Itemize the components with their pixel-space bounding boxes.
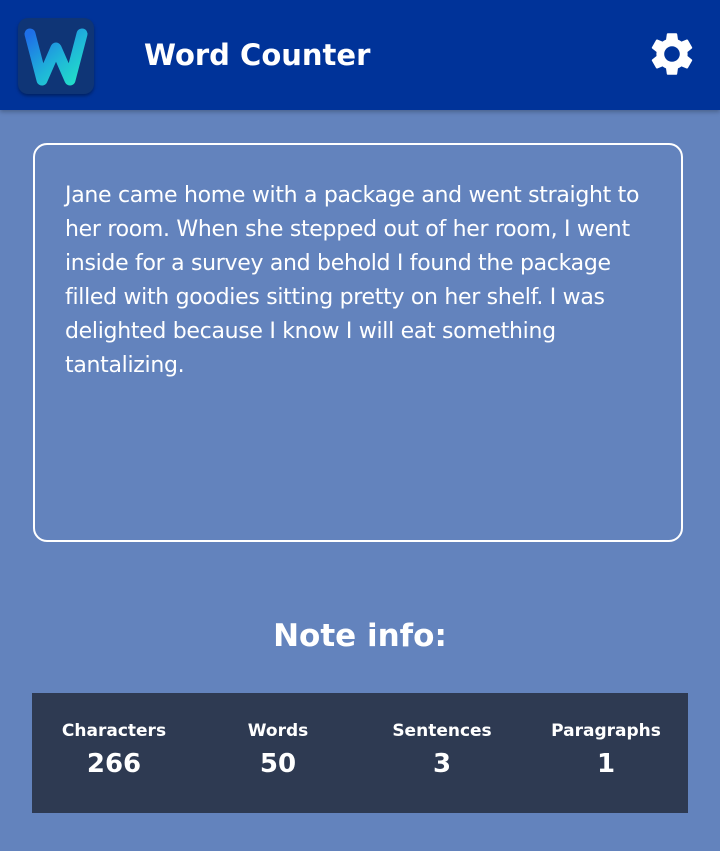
stat-label: Sentences bbox=[392, 721, 492, 741]
stat-value: 266 bbox=[86, 749, 142, 779]
stat-label: Characters bbox=[61, 721, 167, 741]
stat-label: Words bbox=[247, 721, 309, 741]
stat-value: 1 bbox=[596, 749, 616, 779]
app-title: Word Counter bbox=[144, 38, 371, 72]
gear-icon bbox=[651, 33, 693, 75]
stat-value: 3 bbox=[432, 749, 452, 779]
note-info-heading: Note info: bbox=[273, 618, 447, 654]
stat-characters: Characters 266 bbox=[32, 693, 196, 813]
stat-sentences: Sentences 3 bbox=[360, 693, 524, 813]
settings-button[interactable] bbox=[646, 28, 698, 80]
w-logo-icon bbox=[18, 18, 94, 94]
stat-words: Words 50 bbox=[196, 693, 360, 813]
stats-panel: Characters 266 Words 50 Sentences 3 Para… bbox=[32, 693, 688, 813]
app-bar: Word Counter bbox=[0, 0, 720, 110]
stat-label: Paragraphs bbox=[551, 721, 661, 741]
stat-value: 50 bbox=[259, 749, 297, 779]
stat-paragraphs: Paragraphs 1 bbox=[524, 693, 688, 813]
note-text-area[interactable]: Jane came home with a package and went s… bbox=[33, 143, 683, 542]
